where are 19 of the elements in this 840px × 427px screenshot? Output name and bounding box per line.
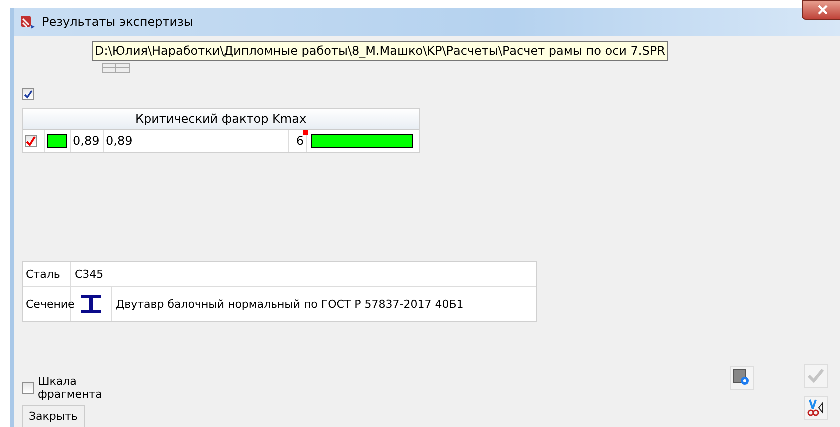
close-icon[interactable] (802, 0, 840, 20)
table-cell: 0,89 (106, 134, 133, 148)
i-beam-icon (79, 292, 103, 316)
table-cell: 0,89 (73, 134, 100, 148)
path-tooltip: D:\Юлия\Наработки\Дипломные работы\8_М.Машко\KP\Расчеты\Расчет рамы по оси 7.SPR (92, 41, 668, 61)
table-cell: 6 (296, 134, 304, 148)
property-label: Сечение (26, 298, 75, 310)
close-button[interactable]: Закрыть (22, 405, 85, 427)
property-value: С345 (75, 268, 104, 280)
app-logo-icon (20, 15, 36, 29)
window-title: Результаты экспертизы (42, 15, 194, 29)
scissors-icon[interactable] (804, 396, 828, 420)
row-checkbox[interactable] (25, 135, 37, 147)
column-header: Критический фактор Kmax (23, 109, 419, 130)
checkbox[interactable] (22, 382, 34, 394)
property-value: Двутавр балочный нормальный по ГОСТ Р 57837-2017 40Б1 (116, 298, 464, 310)
settings-icon[interactable] (730, 366, 754, 390)
checkbox[interactable] (22, 88, 34, 100)
property-label: Сталь (26, 268, 60, 280)
